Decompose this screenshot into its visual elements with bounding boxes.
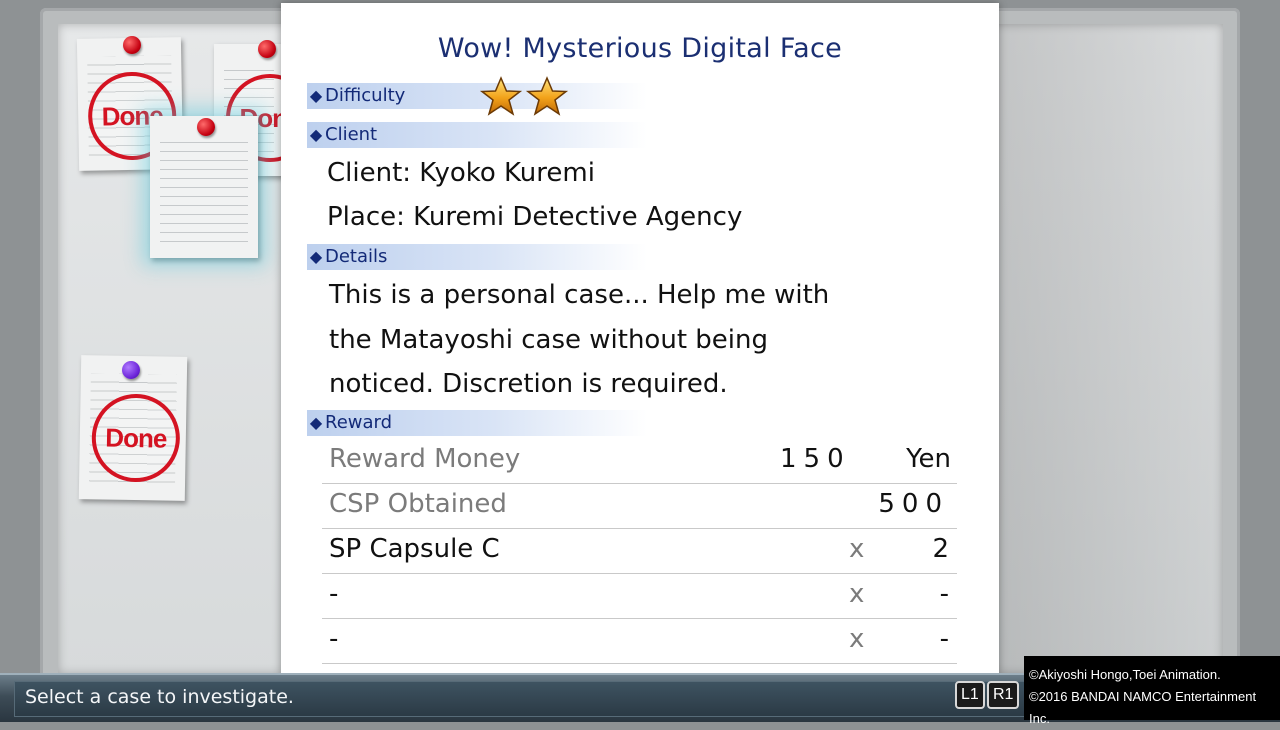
reward-item-multiplier: x [849, 579, 865, 609]
status-strip: Select a case to investigate. [14, 681, 1026, 717]
section-client: ◆ Client [307, 122, 647, 148]
reward-item-multiplier: x [849, 624, 865, 654]
pushpin-icon [123, 36, 141, 54]
reward-item-qty: 2 [932, 534, 949, 564]
details-line: This is a personal case... Help me with [329, 280, 830, 310]
section-label: Difficulty [325, 85, 406, 106]
details-line: noticed. Discretion is required. [329, 369, 728, 399]
reward-item-name: - [329, 579, 339, 609]
csp-label: CSP Obtained [329, 489, 507, 519]
reward-item-row: - x - [322, 574, 957, 619]
reward-table: Reward Money 150 Yen CSP Obtained 500 SP… [322, 439, 957, 664]
reward-money-value: 150 [780, 444, 851, 474]
details-line: the Matayoshi case without being [329, 324, 768, 355]
copyright-line: ©2016 BANDAI NAMCO Entertainment Inc. [1029, 689, 1257, 726]
star-icon [525, 76, 569, 116]
section-reward: ◆ Reward [307, 410, 647, 436]
client-place: Place: Kuremi Detective Agency [327, 202, 743, 232]
status-message: Select a case to investigate. [25, 686, 294, 708]
copyright-line: ©Akiyoshi Hongo,Toei Animation. [1029, 667, 1221, 682]
diamond-icon: ◆ [309, 413, 323, 432]
section-difficulty: ◆ Difficulty [307, 76, 647, 116]
star-icon [479, 76, 523, 116]
client-name: Client: Kyoko Kuremi [327, 158, 595, 188]
section-details: ◆ Details [307, 244, 647, 270]
csp-row: CSP Obtained 500 [322, 484, 957, 529]
reward-item-name: - [329, 624, 339, 654]
l1-button-icon[interactable]: L1 [955, 681, 985, 709]
difficulty-stars [479, 76, 569, 116]
reward-item-multiplier: x [849, 534, 865, 564]
case-title: Wow! Mysterious Digital Face [437, 33, 843, 64]
diamond-icon: ◆ [309, 86, 323, 105]
reward-money-row: Reward Money 150 Yen [322, 439, 957, 484]
board-shade [998, 24, 1223, 674]
diamond-icon: ◆ [309, 125, 323, 144]
csp-value: 500 [878, 489, 949, 519]
section-label: Details [325, 246, 388, 267]
pushpin-icon [197, 118, 215, 136]
reward-item-qty: - [939, 579, 949, 609]
reward-item-row: SP Capsule C x 2 [322, 529, 957, 574]
reward-item-qty: - [939, 624, 949, 654]
diamond-icon: ◆ [309, 247, 323, 266]
note-lines [160, 134, 248, 244]
reward-money-unit: Yen [906, 444, 951, 474]
case-note-selected[interactable] [150, 116, 258, 258]
section-label: Client [325, 124, 378, 145]
case-detail-panel: Wow! Mysterious Digital Face ◆ Difficulty… [281, 3, 999, 675]
reward-item-name: SP Capsule C [329, 534, 500, 564]
reward-item-row: - x - [322, 619, 957, 664]
pushpin-icon [258, 40, 276, 58]
copyright-notice: ©Akiyoshi Hongo,Toei Animation. ©2016 BA… [1024, 656, 1280, 726]
reward-money-label: Reward Money [329, 444, 521, 474]
pushpin-icon [122, 361, 140, 379]
r1-button-icon[interactable]: R1 [987, 681, 1020, 709]
section-label: Reward [325, 412, 393, 433]
case-details: This is a personal case... Help me with … [329, 273, 909, 407]
